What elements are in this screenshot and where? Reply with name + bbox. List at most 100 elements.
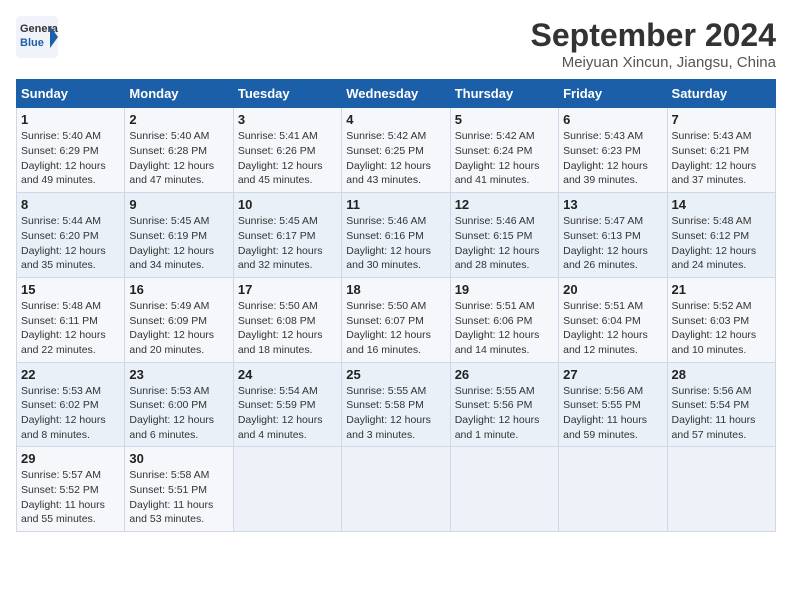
- day-info: Sunrise: 5:45 AM Sunset: 6:19 PM Dayligh…: [129, 214, 228, 273]
- day-info: Sunrise: 5:55 AM Sunset: 5:58 PM Dayligh…: [346, 384, 445, 443]
- calendar-day-cell: 18Sunrise: 5:50 AM Sunset: 6:07 PM Dayli…: [342, 277, 450, 362]
- calendar-day-cell: 26 Sunrise: 5:55 AM Sunset: 5:56 PM Dayli…: [450, 362, 558, 447]
- day-number: 28: [672, 367, 771, 382]
- calendar-week-row: 29 Sunrise: 5:57 AM Sunset: 5:52 PM Dayli…: [17, 447, 776, 532]
- day-info: Sunrise: 5:56 AM Sunset: 5:54 PM Dayligh…: [672, 384, 771, 443]
- title-block: September 2024 Meiyuan Xincun, Jiangsu, …: [531, 16, 776, 71]
- calendar-day-cell: 12 Sunrise: 5:46 AM Sunset: 6:15 PM Dayli…: [450, 193, 558, 278]
- calendar-header-cell: Wednesday: [342, 80, 450, 108]
- day-number: 11: [346, 197, 445, 212]
- day-info: Sunrise: 5:53 AM Sunset: 6:00 PM Dayligh…: [129, 384, 228, 443]
- calendar-day-cell: 25 Sunrise: 5:55 AM Sunset: 5:58 PM Dayli…: [342, 362, 450, 447]
- day-info: Sunrise: 5:46 AM Sunset: 6:16 PM Dayligh…: [346, 214, 445, 273]
- calendar-body: 1 Sunrise: 5:40 AM Sunset: 6:29 PM Daylig…: [17, 108, 776, 532]
- calendar-day-cell: [559, 447, 667, 532]
- calendar-day-cell: 11 Sunrise: 5:46 AM Sunset: 6:16 PM Dayli…: [342, 193, 450, 278]
- day-number: 4: [346, 112, 445, 127]
- day-number: 16: [129, 282, 228, 297]
- day-info: Sunrise: 5:48 AM Sunset: 6:11 PM Dayligh…: [21, 299, 120, 358]
- day-number: 22: [21, 367, 120, 382]
- day-info: Sunrise: 5:40 AM Sunset: 6:29 PM Dayligh…: [21, 129, 120, 188]
- day-info: Sunrise: 5:48 AM Sunset: 6:12 PM Dayligh…: [672, 214, 771, 273]
- calendar-week-row: 1 Sunrise: 5:40 AM Sunset: 6:29 PM Daylig…: [17, 108, 776, 193]
- calendar-header-cell: Monday: [125, 80, 233, 108]
- day-info: Sunrise: 5:51 AM Sunset: 6:06 PM Dayligh…: [455, 299, 554, 358]
- calendar-day-cell: 27Sunrise: 5:56 AM Sunset: 5:55 PM Dayli…: [559, 362, 667, 447]
- day-number: 15: [21, 282, 120, 297]
- day-info: Sunrise: 5:44 AM Sunset: 6:20 PM Dayligh…: [21, 214, 120, 273]
- page-subtitle: Meiyuan Xincun, Jiangsu, China: [531, 54, 776, 71]
- calendar-day-cell: 2 Sunrise: 5:40 AM Sunset: 6:28 PM Daylig…: [125, 108, 233, 193]
- calendar-day-cell: 19 Sunrise: 5:51 AM Sunset: 6:06 PM Dayli…: [450, 277, 558, 362]
- day-number: 6: [563, 112, 662, 127]
- day-number: 5: [455, 112, 554, 127]
- day-info: Sunrise: 5:41 AM Sunset: 6:26 PM Dayligh…: [238, 129, 337, 188]
- day-number: 18: [346, 282, 445, 297]
- calendar-day-cell: 10 Sunrise: 5:45 AM Sunset: 6:17 PM Dayli…: [233, 193, 341, 278]
- day-number: 25: [346, 367, 445, 382]
- calendar-day-cell: 15 Sunrise: 5:48 AM Sunset: 6:11 PM Dayli…: [17, 277, 125, 362]
- calendar-day-cell: 6 Sunrise: 5:43 AM Sunset: 6:23 PM Daylig…: [559, 108, 667, 193]
- calendar-header-cell: Tuesday: [233, 80, 341, 108]
- calendar-day-cell: [450, 447, 558, 532]
- day-info: Sunrise: 5:49 AM Sunset: 6:09 PM Dayligh…: [129, 299, 228, 358]
- day-number: 19: [455, 282, 554, 297]
- calendar-day-cell: 23Sunrise: 5:53 AM Sunset: 6:00 PM Dayli…: [125, 362, 233, 447]
- day-number: 17: [238, 282, 337, 297]
- calendar-week-row: 22 Sunrise: 5:53 AM Sunset: 6:02 PM Dayli…: [17, 362, 776, 447]
- day-info: Sunrise: 5:46 AM Sunset: 6:15 PM Dayligh…: [455, 214, 554, 273]
- calendar-day-cell: 29 Sunrise: 5:57 AM Sunset: 5:52 PM Dayli…: [17, 447, 125, 532]
- calendar-day-cell: 5 Sunrise: 5:42 AM Sunset: 6:24 PM Daylig…: [450, 108, 558, 193]
- calendar-day-cell: 14Sunrise: 5:48 AM Sunset: 6:12 PM Dayli…: [667, 193, 775, 278]
- calendar-day-cell: 16 Sunrise: 5:49 AM Sunset: 6:09 PM Dayli…: [125, 277, 233, 362]
- calendar-week-row: 8 Sunrise: 5:44 AM Sunset: 6:20 PM Daylig…: [17, 193, 776, 278]
- day-number: 8: [21, 197, 120, 212]
- calendar-header-row: SundayMondayTuesdayWednesdayThursdayFrid…: [17, 80, 776, 108]
- page-header: General Blue September 2024 Meiyuan Xinc…: [16, 16, 776, 71]
- page-title: September 2024: [531, 16, 776, 54]
- day-info: Sunrise: 5:43 AM Sunset: 6:21 PM Dayligh…: [672, 129, 771, 188]
- day-info: Sunrise: 5:42 AM Sunset: 6:25 PM Dayligh…: [346, 129, 445, 188]
- day-number: 24: [238, 367, 337, 382]
- calendar-header-cell: Thursday: [450, 80, 558, 108]
- calendar-day-cell: 24 Sunrise: 5:54 AM Sunset: 5:59 PM Dayli…: [233, 362, 341, 447]
- day-info: Sunrise: 5:50 AM Sunset: 6:08 PM Dayligh…: [238, 299, 337, 358]
- day-info: Sunrise: 5:58 AM Sunset: 5:51 PM Dayligh…: [129, 468, 228, 527]
- calendar-header-cell: Sunday: [17, 80, 125, 108]
- day-info: Sunrise: 5:45 AM Sunset: 6:17 PM Dayligh…: [238, 214, 337, 273]
- day-number: 20: [563, 282, 662, 297]
- day-number: 21: [672, 282, 771, 297]
- day-info: Sunrise: 5:42 AM Sunset: 6:24 PM Dayligh…: [455, 129, 554, 188]
- day-number: 7: [672, 112, 771, 127]
- day-number: 2: [129, 112, 228, 127]
- calendar-day-cell: 1 Sunrise: 5:40 AM Sunset: 6:29 PM Daylig…: [17, 108, 125, 193]
- calendar-header-cell: Friday: [559, 80, 667, 108]
- calendar-day-cell: [342, 447, 450, 532]
- calendar-day-cell: 7 Sunrise: 5:43 AM Sunset: 6:21 PM Daylig…: [667, 108, 775, 193]
- calendar-week-row: 15 Sunrise: 5:48 AM Sunset: 6:11 PM Dayli…: [17, 277, 776, 362]
- calendar-day-cell: 28 Sunrise: 5:56 AM Sunset: 5:54 PM Dayli…: [667, 362, 775, 447]
- day-info: Sunrise: 5:53 AM Sunset: 6:02 PM Dayligh…: [21, 384, 120, 443]
- logo: General Blue: [16, 16, 58, 58]
- calendar-day-cell: 4 Sunrise: 5:42 AM Sunset: 6:25 PM Daylig…: [342, 108, 450, 193]
- day-number: 26: [455, 367, 554, 382]
- day-number: 10: [238, 197, 337, 212]
- day-number: 12: [455, 197, 554, 212]
- day-number: 1: [21, 112, 120, 127]
- day-info: Sunrise: 5:54 AM Sunset: 5:59 PM Dayligh…: [238, 384, 337, 443]
- calendar-day-cell: 20 Sunrise: 5:51 AM Sunset: 6:04 PM Dayli…: [559, 277, 667, 362]
- day-info: Sunrise: 5:51 AM Sunset: 6:04 PM Dayligh…: [563, 299, 662, 358]
- day-info: Sunrise: 5:52 AM Sunset: 6:03 PM Dayligh…: [672, 299, 771, 358]
- day-number: 27: [563, 367, 662, 382]
- calendar-header-cell: Saturday: [667, 80, 775, 108]
- day-number: 3: [238, 112, 337, 127]
- day-info: Sunrise: 5:43 AM Sunset: 6:23 PM Dayligh…: [563, 129, 662, 188]
- day-number: 29: [21, 451, 120, 466]
- day-info: Sunrise: 5:55 AM Sunset: 5:56 PM Dayligh…: [455, 384, 554, 443]
- day-info: Sunrise: 5:57 AM Sunset: 5:52 PM Dayligh…: [21, 468, 120, 527]
- day-info: Sunrise: 5:40 AM Sunset: 6:28 PM Dayligh…: [129, 129, 228, 188]
- calendar-day-cell: 3 Sunrise: 5:41 AM Sunset: 6:26 PM Daylig…: [233, 108, 341, 193]
- day-number: 30: [129, 451, 228, 466]
- logo-icon: General Blue: [16, 16, 58, 58]
- calendar-day-cell: 30 Sunrise: 5:58 AM Sunset: 5:51 PM Dayli…: [125, 447, 233, 532]
